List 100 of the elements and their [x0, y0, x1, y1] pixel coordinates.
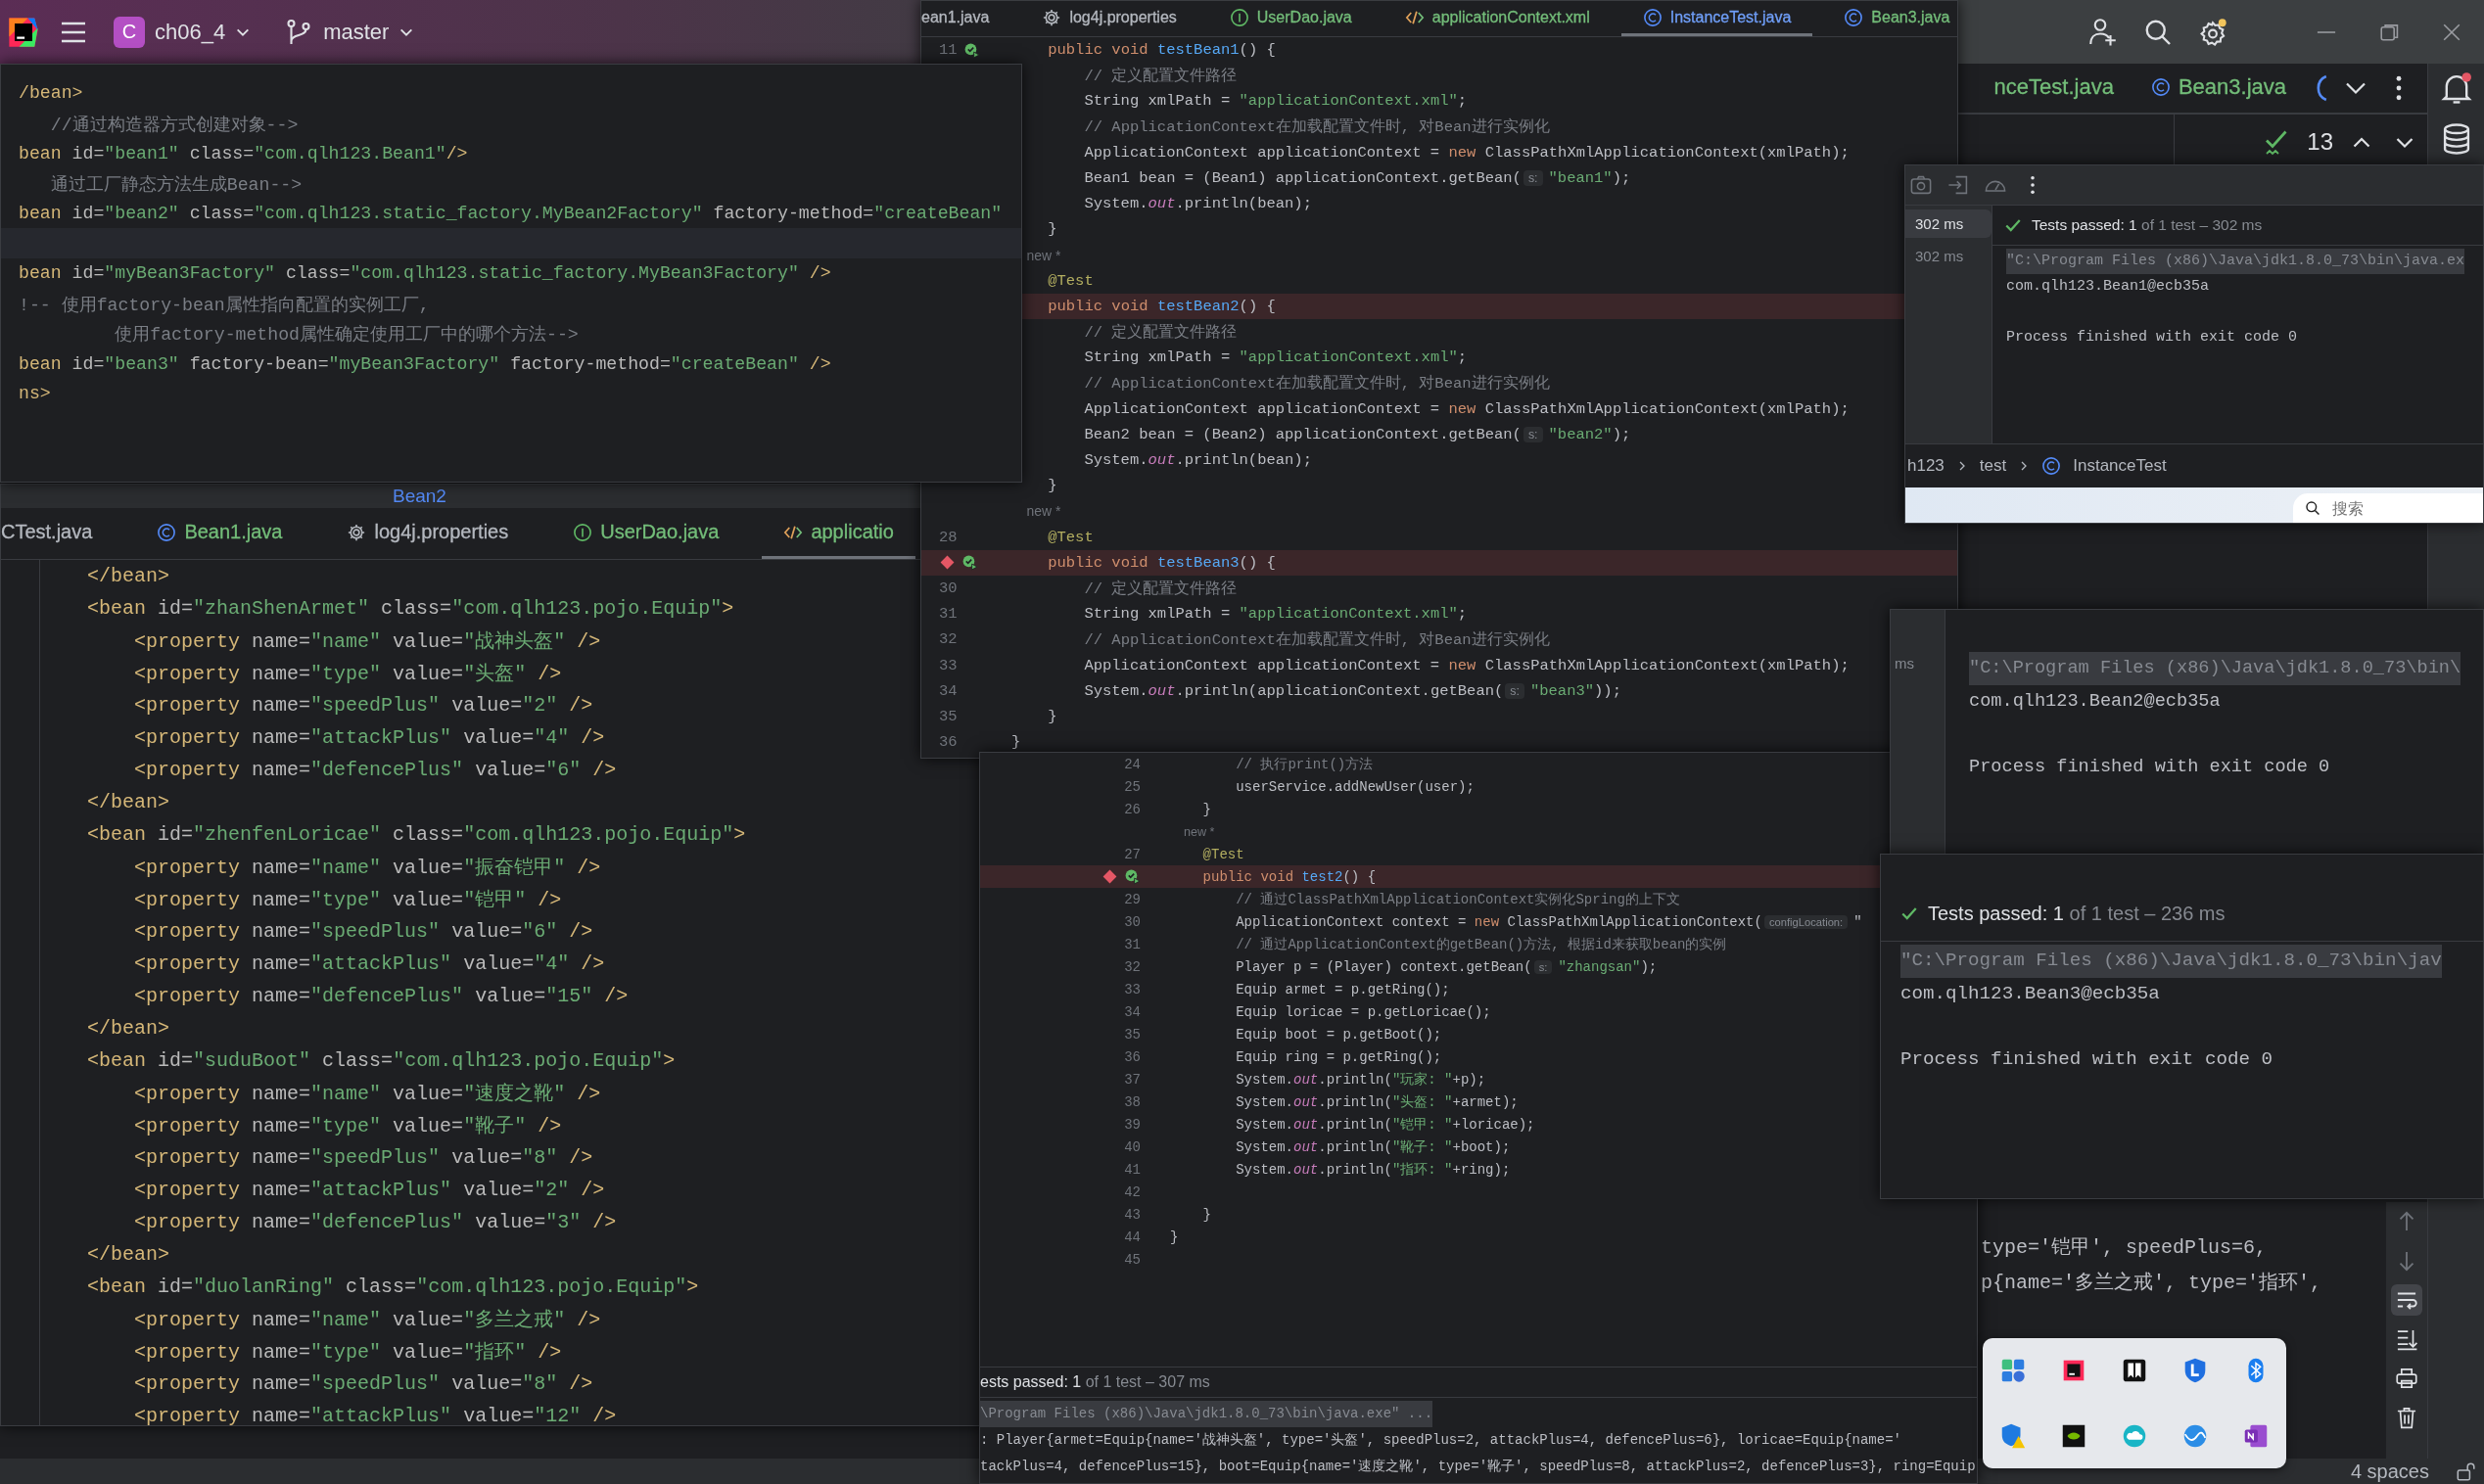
- code-line: !-- 使用factory-bean属性指向配置的实例工厂,: [19, 294, 430, 316]
- code-line: // 通过ApplicationContext的getBean()方法, 根据id来获取bean的实例: [1235, 935, 1727, 953]
- code-line: <bean id="zhenfenLoricae" class="com.qlh123.pojo.Equip">: [86, 823, 746, 846]
- editor-tab[interactable]: UserDao.java: [1207, 1, 1374, 36]
- code-line: ns>: [19, 384, 51, 404]
- breadcrumb-item[interactable]: test: [1979, 456, 2007, 476]
- code-line: </bean>: [86, 791, 170, 813]
- breakpoint-icon[interactable]: [1101, 868, 1118, 885]
- line-number: 37: [1124, 1071, 1141, 1088]
- code-line: String xmlPath = "applicationContext.xml";: [1083, 605, 1468, 624]
- line-number: 39: [1124, 1116, 1141, 1133]
- line-number: 25: [1124, 778, 1141, 795]
- editor-tab[interactable]: log4j.properties: [1020, 1, 1198, 36]
- line-number: 40: [1124, 1138, 1141, 1155]
- breadcrumb-item[interactable]: h123: [1907, 456, 1945, 476]
- code-line: // 定义配置文件路径: [1083, 66, 1238, 86]
- line-number: 29: [1124, 891, 1141, 907]
- code-line: <bean id="duolanRing" class="com.qlh123.pojo.Equip">: [86, 1275, 699, 1298]
- code-line: }: [1201, 801, 1211, 817]
- test-run-item[interactable]: ms: [1891, 649, 1945, 677]
- console-line: Process finished with exit code 0: [1900, 1046, 2273, 1072]
- editor-tab[interactable]: UserDao.java: [551, 508, 741, 559]
- code-line: // ApplicationContext在加载配置文件时, 对Bean进行实例化: [1083, 373, 1550, 394]
- search-icon: [2305, 500, 2320, 516]
- line-number: 41: [1124, 1161, 1141, 1178]
- run-check-icon[interactable]: [1124, 868, 1141, 885]
- search-field[interactable]: 搜索: [2293, 493, 2483, 523]
- editor-tab[interactable]: InstanceTest.java: [1620, 1, 1813, 36]
- inspection-count[interactable]: 13: [2307, 128, 2333, 156]
- code-line: <property name="speedPlus" value="8" />: [133, 1372, 593, 1395]
- soft-wrap-icon[interactable]: [2391, 1284, 2422, 1316]
- console-line: com.qlh123.Bean3@ecb35a: [1900, 981, 2161, 1006]
- console-line: com.qlh123.Bean1@ecb35a: [2006, 277, 2211, 297]
- test-run-item[interactable]: 302 ms: [1905, 209, 1992, 238]
- code-line: }: [1011, 733, 1021, 752]
- breakpoint-icon[interactable]: [939, 554, 956, 572]
- code-line: System.out.println("玩家: "+p);: [1235, 1070, 1486, 1089]
- tab-label: Bean2: [393, 486, 446, 506]
- code-line: }: [1170, 1229, 1179, 1245]
- editor-tab[interactable]: Bean3.java: [2138, 64, 2298, 113]
- import-icon[interactable]: [1946, 173, 1970, 197]
- breadcrumb-item[interactable]: InstanceTest: [2073, 456, 2167, 476]
- editor-tab[interactable]: CTest.java: [1, 508, 115, 559]
- run-check-icon[interactable]: [961, 554, 978, 572]
- code-line: <property name="name" value="多兰之戒" />: [133, 1308, 601, 1332]
- code-line: <property name="attackPlus" value="4" />: [133, 726, 605, 749]
- camera-icon[interactable]: [1909, 173, 1933, 197]
- line-number: 30: [939, 580, 958, 598]
- code-line: <property name="speedPlus" value="6" />: [133, 920, 593, 943]
- bell-icon[interactable]: [2439, 71, 2473, 105]
- run-check-icon[interactable]: [962, 41, 980, 59]
- console-line: Process finished with exit code 0: [1969, 755, 2331, 779]
- code-line: </bean>: [86, 565, 170, 587]
- code-line: <property name="speedPlus" value="2" />: [133, 694, 593, 717]
- console-line: : Player{armet=Equip{name='战神头盔', type='头盔', speedPlus=2, attackPlus=4, defencePlus=6}, loricae=Equip{name=': [980, 1431, 1902, 1450]
- code-line: }: [1201, 1206, 1211, 1223]
- code-line: @Test: [1201, 846, 1244, 862]
- gear-icon: [1042, 7, 1062, 27]
- code-line: bean id="bean1" class="com.qlh123.Bean1"/>: [19, 143, 468, 163]
- project-selector[interactable]: C ch06_4: [106, 16, 259, 48]
- editor-tab[interactable]: ean1.java: [921, 1, 1011, 36]
- editor-tab[interactable]: Bean1.java: [135, 508, 305, 559]
- code-line: // 执行print()方法: [1235, 755, 1374, 773]
- author-hint: new *: [1183, 824, 1215, 839]
- code-line: <property name="type" value="头盔" />: [133, 662, 562, 686]
- editor-tab[interactable]: applicationContext.xml: [1383, 1, 1612, 36]
- line-number: 35: [1124, 1026, 1141, 1043]
- class-icon: [2041, 456, 2062, 476]
- code-line: <property name="speedPlus" value="8" />: [133, 1146, 593, 1169]
- test-status: Tests passed: 1 of 1 test – 236 ms: [1928, 902, 2226, 925]
- line-number: 30: [1124, 913, 1141, 930]
- settings-icon[interactable]: [2198, 17, 2227, 47]
- line-number: 36: [939, 733, 958, 752]
- code-line: // ApplicationContext在加载配置文件时, 对Bean进行实例化: [1083, 629, 1550, 650]
- code-line: Equip loricae = p.getLoricae();: [1235, 1003, 1491, 1020]
- code-line: System.out.println("铠甲: "+loricae);: [1235, 1115, 1535, 1134]
- code-line: Player p = (Player) context.getBean( s: "zhangsan");: [1235, 958, 1658, 975]
- code-line: <property name="attackPlus" value="2" />: [133, 1179, 605, 1201]
- editor-tab[interactable]: log4j.properties: [325, 508, 531, 559]
- console-line: Process finished with exit code 0: [2006, 328, 2299, 348]
- editor-tab[interactable]: applicatio: [762, 508, 915, 559]
- status-item[interactable]: 4 spaces: [2350, 1460, 2429, 1483]
- code-line: }: [1047, 707, 1057, 725]
- code-line: System.out.println(bean);: [1083, 451, 1312, 470]
- editor-tab[interactable]: nceTest.java: [1982, 64, 2126, 113]
- code-line: // ApplicationContext在加载配置文件时, 对Bean进行实例化: [1083, 116, 1550, 138]
- line-number: 32: [939, 630, 958, 649]
- console-line: type='铠甲', speedPlus=6,: [1981, 1235, 2269, 1261]
- add-user-icon[interactable]: [2088, 17, 2118, 47]
- class-icon: [2150, 76, 2171, 97]
- editor-tab[interactable]: Bean3.java: [1822, 1, 1957, 36]
- code-line: public void testBean1() {: [1047, 41, 1276, 60]
- code-line: bean id="bean2" class="com.qlh123.static_factory.MyBean2Factory" factory-method="createBean": [19, 204, 1003, 224]
- unlock-icon[interactable]: [2455, 1461, 2476, 1482]
- test-run-item[interactable]: 302 ms: [1905, 242, 1992, 270]
- code-line: Equip ring = p.getRing();: [1235, 1048, 1442, 1065]
- line-number: 38: [1124, 1093, 1141, 1110]
- branch-selector[interactable]: master: [276, 17, 423, 47]
- class-icon: [1844, 7, 1864, 27]
- gear-icon: [347, 522, 367, 542]
